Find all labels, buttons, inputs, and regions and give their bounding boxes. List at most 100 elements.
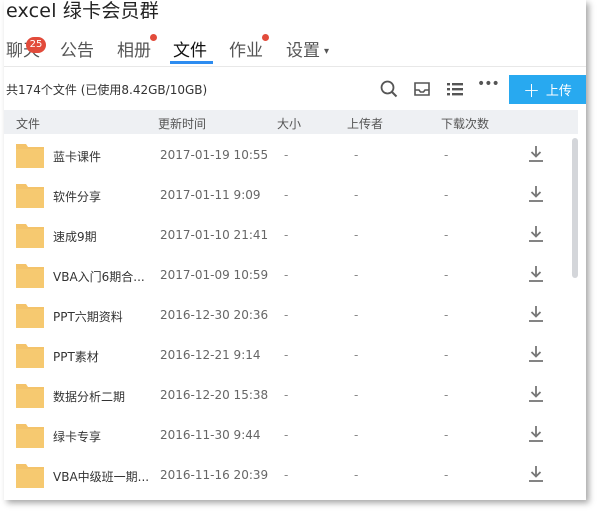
folder-icon — [16, 184, 44, 208]
upload-button[interactable]: + 上传 — [509, 75, 586, 104]
file-updated-time: 2017-01-10 21:41 — [160, 228, 269, 242]
file-name[interactable]: 蓝卡课件 — [53, 148, 101, 165]
file-count: 共174个文件 (已使用8.42GB/10GB) — [6, 83, 208, 97]
file-size: - — [284, 188, 289, 202]
folder-icon — [16, 224, 44, 248]
file-name[interactable]: VBA入门6期合... — [53, 268, 145, 285]
new-dot-indicator — [262, 34, 269, 41]
tab-album-label: 相册 — [117, 41, 151, 61]
column-header-size[interactable]: 大小 — [277, 115, 301, 132]
folder-icon — [16, 344, 44, 368]
folder-icon — [16, 384, 44, 408]
chevron-down-icon: ▾ — [324, 46, 330, 57]
file-download-count: - — [444, 308, 449, 322]
file-download-count: - — [444, 348, 449, 362]
inbox-icon[interactable] — [412, 79, 432, 99]
table-row[interactable]: 软件分享 2017-01-11 9:09 - - - — [4, 174, 570, 214]
file-size: - — [284, 308, 289, 322]
file-uploader: - — [354, 148, 359, 162]
download-icon[interactable] — [527, 145, 545, 163]
file-updated-time: 2016-11-16 20:39 — [160, 468, 269, 482]
more-icon[interactable]: ••• — [477, 76, 500, 96]
tab-files-label: 文件 — [173, 41, 207, 61]
tab-announcement-label: 公告 — [60, 41, 94, 61]
window: excel 绿卡会员群 聊天 25 公告 相册 文件 作业 设置 ▾ 共174个文… — [4, 0, 586, 500]
table-row[interactable]: 速成9期 2017-01-10 21:41 - - - — [4, 214, 570, 254]
file-download-count: - — [444, 388, 449, 402]
column-header-name[interactable]: 文件 — [16, 115, 40, 132]
tab-files[interactable]: 文件 — [173, 36, 207, 61]
tab-settings[interactable]: 设置 ▾ — [286, 36, 329, 61]
file-name[interactable]: 数据分析二期 — [53, 388, 125, 405]
column-header-time[interactable]: 更新时间 — [158, 115, 206, 132]
tab-bar: 聊天 25 公告 相册 文件 作业 设置 ▾ — [4, 30, 586, 64]
file-updated-time: 2017-01-11 9:09 — [160, 188, 261, 202]
table-row[interactable]: 绿卡专享 2016-11-30 9:44 - - - — [4, 414, 570, 454]
file-size: - — [284, 428, 289, 442]
file-uploader: - — [354, 308, 359, 322]
file-download-count: - — [444, 188, 449, 202]
scrollbar-thumb[interactable] — [572, 138, 578, 278]
column-header-uploader[interactable]: 上传者 — [347, 115, 383, 132]
download-icon[interactable] — [527, 265, 545, 283]
file-size: - — [284, 348, 289, 362]
file-name[interactable]: 速成9期 — [53, 228, 97, 245]
table-row[interactable]: VBA入门6期合... 2017-01-09 10:59 - - - — [4, 254, 570, 294]
table-row[interactable]: PPT素材 2016-12-21 9:14 - - - — [4, 334, 570, 374]
new-dot-indicator — [150, 34, 157, 41]
table-row[interactable]: PPT六期资料 2016-12-30 20:36 - - - — [4, 294, 570, 334]
download-icon[interactable] — [527, 425, 545, 443]
table-row[interactable]: 蓝卡课件 2017-01-19 10:55 - - - — [4, 134, 570, 174]
file-download-count: - — [444, 468, 449, 482]
file-updated-time: 2016-12-30 20:36 — [160, 308, 269, 322]
file-toolbar: 共174个文件 (已使用8.42GB/10GB) ••• + 上传 — [4, 66, 586, 109]
column-header-downloads[interactable]: 下载次数 — [441, 115, 489, 132]
file-size: - — [284, 228, 289, 242]
file-uploader: - — [354, 228, 359, 242]
active-tab-underline — [170, 61, 213, 64]
tab-chat[interactable]: 聊天 25 — [6, 36, 46, 61]
file-uploader: - — [354, 348, 359, 362]
search-icon[interactable] — [379, 79, 399, 99]
file-download-count: - — [444, 268, 449, 282]
unread-badge: 25 — [26, 37, 46, 53]
file-download-count: - — [444, 428, 449, 442]
file-updated-time: 2017-01-19 10:55 — [160, 148, 269, 162]
table-row[interactable]: 数据分析二期 2016-12-20 15:38 - - - — [4, 374, 570, 414]
table-row[interactable]: VBA中级班一期... 2016-11-16 20:39 - - - — [4, 454, 570, 494]
folder-icon — [16, 144, 44, 168]
file-name[interactable]: PPT六期资料 — [53, 308, 123, 325]
table-header: 文件 更新时间 大小 上传者 下载次数 — [4, 110, 578, 134]
download-icon[interactable] — [527, 465, 545, 483]
file-updated-time: 2016-12-20 15:38 — [160, 388, 269, 402]
file-list: 蓝卡课件 2017-01-19 10:55 - - - 软件分享 2017-01… — [4, 134, 570, 494]
file-uploader: - — [354, 428, 359, 442]
file-download-count: - — [444, 148, 449, 162]
folder-icon — [16, 464, 44, 488]
file-updated-time: 2016-11-30 9:44 — [160, 428, 261, 442]
file-uploader: - — [354, 188, 359, 202]
file-name[interactable]: 软件分享 — [53, 188, 101, 205]
folder-icon — [16, 264, 44, 288]
tab-homework[interactable]: 作业 — [229, 34, 269, 61]
upload-button-label: 上传 — [545, 84, 572, 99]
folder-icon — [16, 304, 44, 328]
file-name[interactable]: VBA中级班一期... — [53, 468, 149, 485]
file-size: - — [284, 148, 289, 162]
folder-icon — [16, 424, 44, 448]
file-name[interactable]: PPT素材 — [53, 348, 99, 365]
plus-icon: + — [523, 77, 540, 102]
download-icon[interactable] — [527, 185, 545, 203]
file-name[interactable]: 绿卡专享 — [53, 428, 101, 445]
tab-album[interactable]: 相册 — [117, 34, 157, 61]
file-uploader: - — [354, 468, 359, 482]
file-size: - — [284, 468, 289, 482]
file-uploader: - — [354, 388, 359, 402]
list-view-icon[interactable] — [445, 79, 465, 99]
download-icon[interactable] — [527, 305, 545, 323]
download-icon[interactable] — [527, 345, 545, 363]
file-size: - — [284, 268, 289, 282]
tab-announcement[interactable]: 公告 — [60, 36, 94, 61]
download-icon[interactable] — [527, 385, 545, 403]
download-icon[interactable] — [527, 225, 545, 243]
